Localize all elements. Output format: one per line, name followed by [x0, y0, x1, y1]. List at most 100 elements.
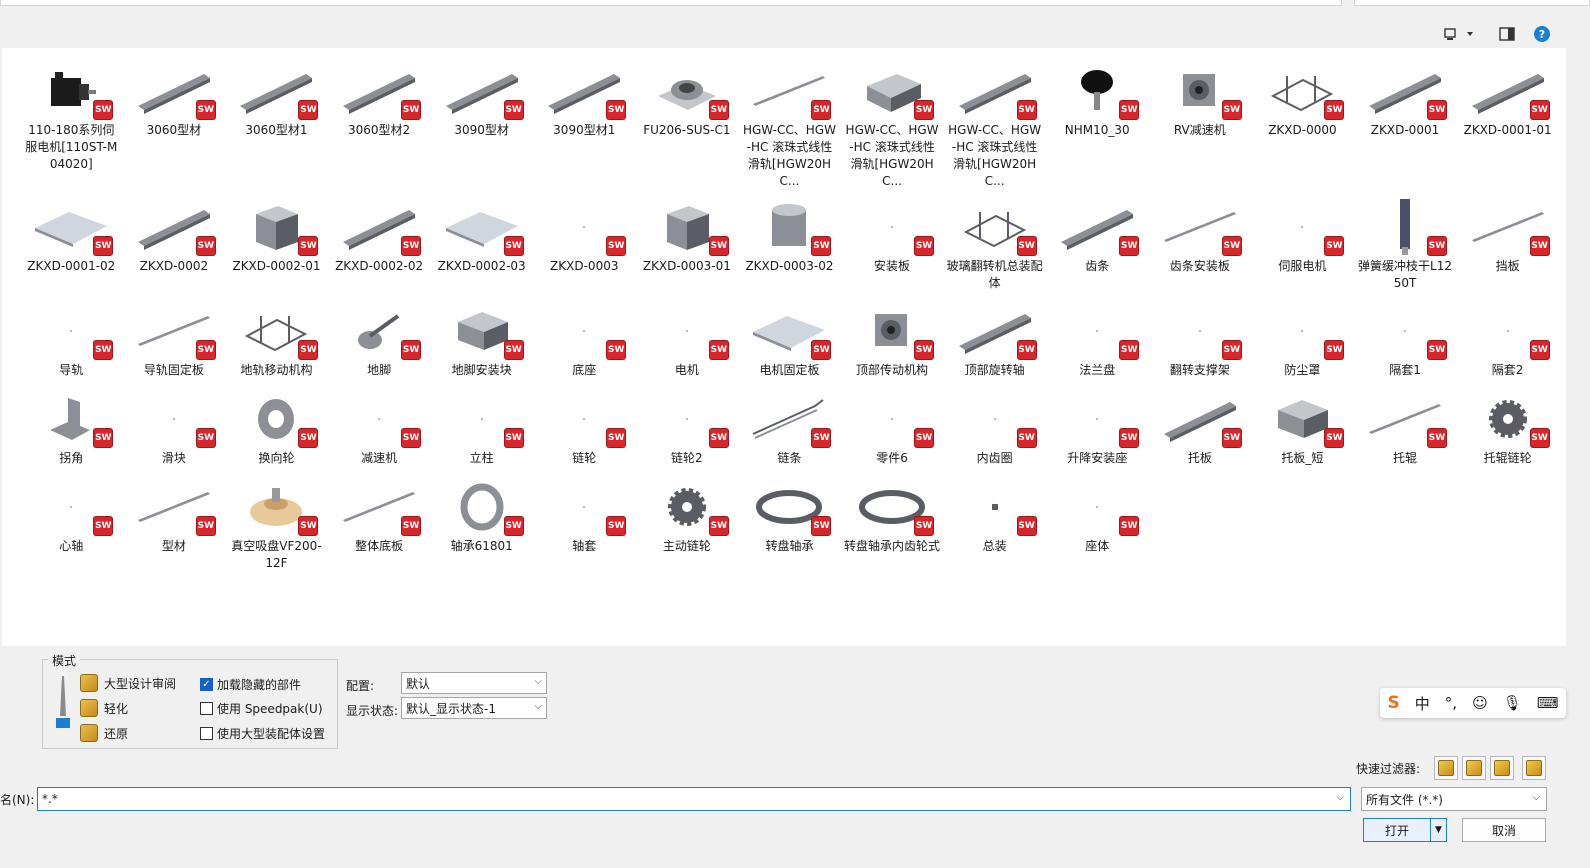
display-state-select[interactable]: 默认_显示状态-1 ⌵ [401, 697, 547, 719]
preview-pane-button[interactable] [1496, 24, 1518, 44]
microphone-icon[interactable]: 🎙 [1503, 694, 1522, 712]
file-item[interactable]: SW 型材 [123, 476, 226, 572]
file-item[interactable]: SW 减速机 [328, 388, 431, 476]
file-item[interactable]: SW 伺服电机 [1251, 196, 1354, 300]
use-speedpak-checkbox[interactable]: 使用 Speedpak(U) [200, 698, 323, 718]
file-item[interactable]: SW 110-180系列伺服电机[110ST-M04020] [20, 60, 123, 196]
file-item[interactable]: SW 防尘罩 [1251, 300, 1354, 388]
file-item[interactable]: SW 弹簧缓冲枝干L1250T [1354, 196, 1457, 300]
file-item[interactable]: SW 链轮2 [636, 388, 739, 476]
chevron-down-icon[interactable]: ⌵ [1336, 792, 1344, 803]
ime-punctuation-button[interactable]: °, [1445, 694, 1457, 712]
file-item[interactable]: SW 地轨移动机构 [225, 300, 328, 388]
file-item[interactable]: SW ZKXD-0003-01 [636, 196, 739, 300]
ime-language-button[interactable]: 中 [1415, 693, 1430, 714]
load-hidden-checkbox[interactable]: ✓ 加载隐藏的部件 [200, 674, 301, 694]
filename-input[interactable]: *.* ⌵ [37, 787, 1351, 811]
file-item[interactable]: SW 内齿圈 [943, 388, 1046, 476]
file-item[interactable]: SW 升降安装座 [1046, 388, 1149, 476]
file-item[interactable]: SW ZKXD-0002-02 [328, 196, 431, 300]
file-item[interactable]: SW ZKXD-0000 [1251, 60, 1354, 196]
file-item[interactable]: SW FU206-SUS-C1 [636, 60, 739, 196]
file-item[interactable]: SW 换向轮 [225, 388, 328, 476]
mode-slider[interactable] [56, 676, 70, 730]
file-item[interactable]: SW 转盘轴承 [738, 476, 841, 572]
file-item[interactable]: SW 隔套2 [1456, 300, 1559, 388]
file-item[interactable]: SW 3090型材1 [533, 60, 636, 196]
file-item[interactable]: SW 翻转支撑架 [1149, 300, 1252, 388]
file-item[interactable]: SW ZKXD-0003 [533, 196, 636, 300]
file-item[interactable]: SW 零件6 [841, 388, 944, 476]
filter-parts-button[interactable] [1434, 756, 1458, 780]
file-item[interactable]: SW 托辊 [1354, 388, 1457, 476]
file-item[interactable]: SW 顶部旋转轴 [943, 300, 1046, 388]
file-item[interactable]: SW 电机固定板 [738, 300, 841, 388]
file-item[interactable]: SW 托板_短 [1251, 388, 1354, 476]
search-box[interactable] [1354, 0, 1590, 6]
open-button[interactable]: 打开 ▼ [1363, 818, 1447, 842]
file-item[interactable]: SW HGW-CC、HGW-HC 滚珠式线性滑轨[HGW20HC... [738, 60, 841, 196]
file-item[interactable]: SW 齿条 [1046, 196, 1149, 300]
file-item[interactable]: SW 3060型材1 [225, 60, 328, 196]
file-item[interactable]: SW 电机 [636, 300, 739, 388]
file-item[interactable]: SW 导轨固定板 [123, 300, 226, 388]
file-item[interactable]: SW HGW-CC、HGW-HC 滚珠式线性滑轨[HGW20HC... [841, 60, 944, 196]
file-item[interactable]: SW ZKXD-0002 [123, 196, 226, 300]
file-item[interactable]: SW NHM10_30 [1046, 60, 1149, 196]
file-item[interactable]: SW HGW-CC、HGW-HC 滚珠式线性滑轨[HGW20HC... [943, 60, 1046, 196]
file-item[interactable]: SW 拐角 [20, 388, 123, 476]
file-item[interactable]: SW ZKXD-0003-02 [738, 196, 841, 300]
vertical-scrollbar[interactable] [1566, 48, 1590, 646]
view-options-button[interactable] [1440, 24, 1480, 44]
file-item[interactable]: SW 安装板 [841, 196, 944, 300]
keyboard-icon[interactable]: ⌨ [1537, 694, 1559, 712]
cancel-button[interactable]: 取消 [1462, 818, 1546, 842]
file-item[interactable]: SW 真空吸盘VF200-12F [225, 476, 328, 572]
file-item[interactable]: SW 滑块 [123, 388, 226, 476]
emoji-icon[interactable]: ☺ [1472, 694, 1488, 712]
file-item[interactable]: SW 地脚 [328, 300, 431, 388]
filter-drawings-button[interactable] [1490, 756, 1514, 780]
file-item[interactable]: SW ZKXD-0002-01 [225, 196, 328, 300]
file-item[interactable]: SW 3060型材 [123, 60, 226, 196]
file-item[interactable]: SW ZKXD-0001-01 [1456, 60, 1559, 196]
config-select[interactable]: 默认 ⌵ [401, 672, 547, 694]
file-item[interactable]: SW 法兰盘 [1046, 300, 1149, 388]
file-item[interactable]: SW 座体 [1046, 476, 1149, 572]
file-item[interactable]: SW 立柱 [430, 388, 533, 476]
filter-assemblies-button[interactable] [1462, 756, 1486, 780]
help-button[interactable]: ? [1532, 24, 1552, 44]
file-item[interactable]: SW 整体底板 [328, 476, 431, 572]
file-item[interactable]: SW 顶部传动机构 [841, 300, 944, 388]
use-large-assembly-checkbox[interactable]: 使用大型装配体设置 [200, 723, 325, 743]
sogou-logo-icon[interactable]: S [1388, 693, 1400, 713]
file-item[interactable]: SW 托板 [1149, 388, 1252, 476]
file-item[interactable]: SW 轴承61801 [430, 476, 533, 572]
file-item[interactable]: SW 3060型材2 [328, 60, 431, 196]
file-item[interactable]: SW ZKXD-0002-03 [430, 196, 533, 300]
file-item[interactable]: SW 地脚安装块 [430, 300, 533, 388]
file-item[interactable]: SW 轴套 [533, 476, 636, 572]
filter-top-assembly-button[interactable] [1522, 756, 1546, 780]
filetype-select[interactable]: 所有文件 (*.*) ⌵ [1361, 787, 1547, 811]
open-dropdown-arrow-icon[interactable]: ▼ [1430, 819, 1446, 841]
file-item[interactable]: SW 链轮 [533, 388, 636, 476]
file-item[interactable]: SW 隔套1 [1354, 300, 1457, 388]
file-item[interactable]: SW RV减速机 [1149, 60, 1252, 196]
file-item[interactable]: SW 导轨 [20, 300, 123, 388]
file-item[interactable]: SW 转盘轴承内齿轮式 [841, 476, 944, 572]
file-item[interactable]: SW 托辊链轮 [1456, 388, 1559, 476]
file-item[interactable]: SW 总装 [943, 476, 1046, 572]
file-item[interactable]: SW 齿条安装板 [1149, 196, 1252, 300]
mode-large-design-review[interactable]: 大型设计审阅 [80, 673, 176, 693]
file-item[interactable]: SW 玻璃翻转机总装配体 [943, 196, 1046, 300]
file-item[interactable]: SW 底座 [533, 300, 636, 388]
mode-resolved[interactable]: 还原 [80, 723, 128, 743]
mode-lightweight[interactable]: 轻化 [80, 698, 128, 718]
address-bar[interactable] [0, 0, 1342, 6]
file-item[interactable]: SW 主动链轮 [636, 476, 739, 572]
file-item[interactable]: SW 3090型材 [430, 60, 533, 196]
file-item[interactable]: SW 心轴 [20, 476, 123, 572]
file-item[interactable]: SW 链条 [738, 388, 841, 476]
file-item[interactable]: SW 挡板 [1456, 196, 1559, 300]
